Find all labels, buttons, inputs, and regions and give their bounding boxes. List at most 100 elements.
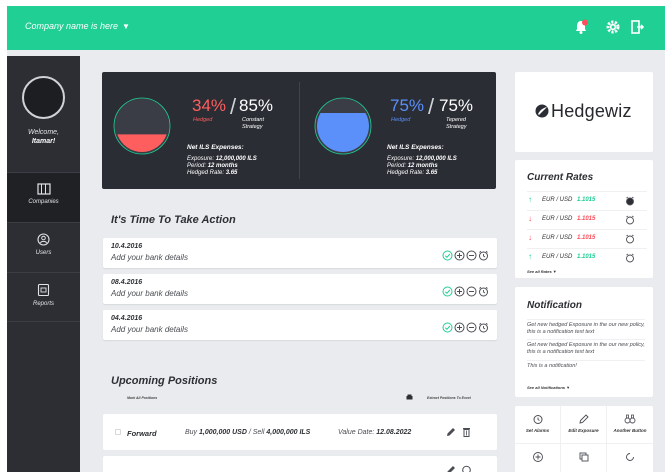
sidebar-item-label: Reports: [32, 301, 54, 307]
notification-item[interactable]: Get new hedged Exposure in the our new p…: [527, 339, 645, 356]
hedged-label-right: Hedged: [391, 117, 411, 123]
plus-circle-icon[interactable]: [454, 250, 465, 261]
welcome-text: Welcome,: [28, 129, 59, 136]
rate-direction-icon: ↑: [528, 195, 532, 204]
action-text: Add your bank details: [111, 289, 188, 298]
strategy-label-left-2: Strategy: [242, 124, 263, 130]
row-checkbox[interactable]: [115, 429, 121, 435]
alarm-icon[interactable]: [625, 253, 635, 263]
hedged-percent-left: 34%: [192, 96, 227, 115]
exposure-right: Exposure: 12,000,000 ILS: [387, 156, 457, 162]
rate-row[interactable]: ↓ EUR / USD 1.1015: [527, 210, 647, 229]
position-row[interactable]: Forward Buy 1,000,000 USD / Sell 4,000,0…: [103, 414, 497, 450]
printer-icon[interactable]: [406, 394, 413, 401]
gear-icon[interactable]: [605, 19, 621, 35]
alarm-icon[interactable]: [478, 322, 489, 333]
see-all-rates-link[interactable]: See all Rates ▼: [527, 269, 557, 274]
action-item[interactable]: 10.4.2016 Add your bank details: [103, 238, 497, 268]
sidebar-item-reports[interactable]: Reports: [7, 272, 80, 322]
edit-exposure-button[interactable]: Edit Exposure: [561, 406, 607, 444]
avatar[interactable]: [22, 76, 65, 119]
hedge-gauge-left: [113, 97, 171, 155]
actions-title: It's Time To Take Action: [111, 214, 236, 226]
rate-value: 1.1015: [577, 216, 596, 222]
minus-circle-icon[interactable]: [466, 250, 477, 261]
strategy-label-right-1: Tepered: [446, 117, 466, 123]
hedged-percent-right: 75%: [390, 96, 425, 115]
hedge-summary-banner: 34% Hedged / 85% Constant Strategy Net I…: [102, 72, 496, 189]
minus-circle-icon[interactable]: [466, 286, 477, 297]
sidebar-item-label: Companies: [28, 199, 59, 205]
binoculars-icon: [624, 414, 636, 424]
rate-row[interactable]: ↑ EUR / USD 1.1015: [527, 191, 647, 210]
sidebar-item-users[interactable]: Users: [7, 222, 80, 272]
divider-slash: /: [428, 94, 435, 119]
notification-item[interactable]: Get new hedged Exposure in the our new p…: [527, 319, 645, 336]
check-circle-icon[interactable]: [442, 322, 453, 333]
hedged-label-left: Hedged: [193, 117, 213, 123]
rate-direction-icon: ↑: [528, 252, 532, 261]
sidebar-item-label: Users: [35, 250, 52, 256]
action-icons: [441, 319, 489, 333]
minus-circle-icon[interactable]: [466, 322, 477, 333]
company-selector[interactable]: Company name is here ▼: [25, 21, 130, 31]
position-details: Buy 1,000,000 USD / Sell 4,000,000 ILS: [185, 429, 311, 436]
rate-direction-icon: ↓: [528, 214, 532, 223]
sidebar-item-companies[interactable]: Companies: [7, 172, 80, 222]
action-item[interactable]: 08.4.2016 Add your bank details: [103, 274, 497, 304]
check-circle-icon[interactable]: [442, 250, 453, 261]
hedgewiz-logo-icon: [535, 104, 549, 118]
mark-all-positions-link[interactable]: Mark All Positions: [127, 396, 157, 400]
rate-value: 1.1015: [577, 235, 596, 241]
add-button[interactable]: [515, 444, 561, 472]
divider-slash: /: [230, 94, 237, 119]
chevron-down-icon: ▼: [122, 22, 130, 31]
plus-circle-icon: [532, 452, 543, 462]
set-alarms-button[interactable]: Set Alarms: [515, 406, 561, 444]
rate-row[interactable]: ↓ EUR / USD 1.1015: [527, 229, 647, 248]
net-expenses-title-right: Net ILS Expenses:: [387, 144, 444, 151]
pencil-icon[interactable]: [445, 426, 456, 438]
alarm-icon[interactable]: [478, 286, 489, 297]
rate-row[interactable]: ↑ EUR / USD 1.1015: [527, 248, 647, 267]
trash-icon[interactable]: [461, 426, 472, 438]
plus-circle-icon[interactable]: [454, 286, 465, 297]
app-frame: Company name is here▼ Welcome, Itamar!: [7, 6, 665, 472]
alarm-icon[interactable]: [478, 250, 489, 261]
action-date: 04.4.2016: [111, 315, 143, 322]
copy-button[interactable]: [561, 444, 607, 472]
action-date: 10.4.2016: [111, 243, 143, 250]
alarm-icon[interactable]: [625, 215, 635, 225]
notification-title: Notification: [527, 300, 582, 311]
refresh-button[interactable]: [607, 444, 653, 472]
alarm-icon[interactable]: [461, 464, 472, 472]
hedge-gauge-right: [314, 97, 372, 155]
strategy-label-left-1: Constant: [242, 117, 265, 123]
period-left: Period: 12 months: [187, 163, 238, 169]
user-name: Itamar!: [31, 138, 56, 145]
alarm-icon[interactable]: [625, 234, 635, 244]
logout-icon[interactable]: [629, 19, 645, 35]
action-text: Add your bank details: [111, 325, 188, 334]
action-icons: [441, 283, 489, 297]
action-icons: [441, 247, 489, 261]
another-button[interactable]: Another Button: [607, 406, 653, 444]
hedged-rate-right: Hedged Rate: 3.65: [387, 170, 438, 176]
alarm-icon[interactable]: [625, 196, 635, 206]
see-all-notifications-link[interactable]: See all Notifications ▼: [527, 385, 570, 390]
pencil-icon[interactable]: [445, 464, 456, 472]
rate-direction-icon: ↓: [528, 233, 532, 242]
strategy-percent-left: 85%: [239, 96, 274, 115]
position-value-date: Value Date: 12.08.2022: [338, 429, 412, 436]
check-circle-icon[interactable]: [442, 286, 453, 297]
export-excel-link[interactable]: Extract Positions To Excel: [427, 396, 471, 400]
copy-icon: [579, 452, 588, 462]
users-icon: [37, 233, 50, 246]
plus-circle-icon[interactable]: [454, 322, 465, 333]
action-item[interactable]: 04.4.2016 Add your bank details: [103, 310, 497, 340]
reports-icon: [37, 283, 50, 297]
action-date: 08.4.2016: [111, 279, 143, 286]
bell-icon[interactable]: [573, 19, 589, 35]
position-row[interactable]: [103, 456, 497, 472]
notification-item[interactable]: This is a notification!: [527, 360, 645, 370]
